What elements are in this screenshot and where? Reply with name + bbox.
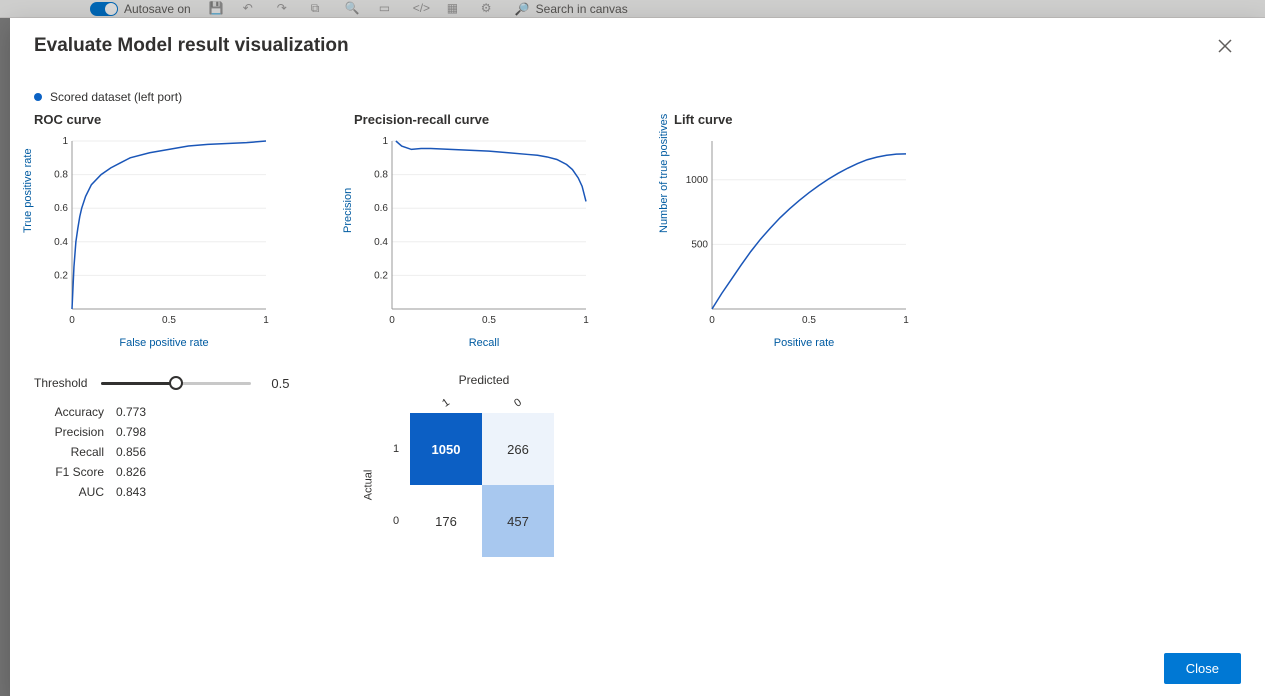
- pr-ylabel: Precision: [342, 188, 354, 233]
- lift-ylabel: Number of true positives: [658, 114, 670, 233]
- f1-label: F1 Score: [34, 465, 104, 479]
- accuracy-label: Accuracy: [34, 405, 104, 419]
- svg-text:1000: 1000: [686, 175, 709, 186]
- svg-text:0.5: 0.5: [162, 315, 176, 326]
- threshold-slider-row: Threshold 0.5: [34, 373, 294, 393]
- svg-text:1: 1: [62, 136, 68, 147]
- cell-tp: 1050: [410, 413, 482, 485]
- roc-chart-block: ROC curve True positive rate 0.20.40.60.…: [34, 112, 294, 349]
- pr-chart-block: Precision-recall curve Precision 0.20.40…: [354, 112, 614, 349]
- roc-xlabel: False positive rate: [34, 337, 294, 349]
- lift-chart-block: Lift curve Number of true positives 5001…: [674, 112, 934, 349]
- threshold-block: Threshold 0.5 Accuracy 0.773 Precision 0…: [34, 373, 294, 505]
- predicted-label: Predicted: [354, 373, 614, 387]
- svg-text:0.5: 0.5: [482, 315, 496, 326]
- lift-chart: Number of true positives 500100000.51: [674, 133, 914, 333]
- svg-text:0.6: 0.6: [54, 203, 68, 214]
- svg-text:0.2: 0.2: [54, 270, 68, 281]
- svg-text:0.2: 0.2: [374, 270, 388, 281]
- roc-title: ROC curve: [34, 112, 294, 127]
- svg-text:0: 0: [69, 315, 75, 326]
- lift-xlabel: Positive rate: [674, 337, 934, 349]
- slider-thumb-icon[interactable]: [169, 376, 183, 390]
- charts-row: ROC curve True positive rate 0.20.40.60.…: [34, 112, 1241, 349]
- svg-text:0.8: 0.8: [374, 170, 388, 181]
- legend-label: Scored dataset (left port): [50, 90, 182, 104]
- pr-xlabel: Recall: [354, 337, 614, 349]
- svg-text:1: 1: [583, 315, 589, 326]
- roc-ylabel: True positive rate: [22, 148, 34, 233]
- threshold-label: Threshold: [34, 376, 87, 390]
- close-icon: [1218, 39, 1232, 53]
- roc-chart: True positive rate 0.20.40.60.8100.51: [34, 133, 274, 333]
- cell-tn: 457: [482, 485, 554, 557]
- svg-text:0: 0: [709, 315, 715, 326]
- col-head-0: 0: [512, 396, 524, 409]
- pr-chart: Precision 0.20.40.60.8100.51: [354, 133, 594, 333]
- svg-text:0.4: 0.4: [374, 237, 388, 248]
- svg-text:0.4: 0.4: [54, 237, 68, 248]
- row-head-0: 0: [393, 515, 399, 527]
- recall-label: Recall: [34, 445, 104, 459]
- col-head-1: 1: [440, 396, 452, 409]
- threshold-value: 0.5: [271, 376, 289, 391]
- confusion-matrix: Predicted 1 0 Actual 1 1050 266 0 176 45…: [354, 373, 614, 557]
- metric-accuracy: Accuracy 0.773: [34, 405, 294, 419]
- threshold-slider[interactable]: [101, 373, 251, 393]
- svg-text:1: 1: [263, 315, 269, 326]
- close-button[interactable]: Close: [1164, 653, 1241, 684]
- slider-track-fill: [101, 382, 176, 385]
- precision-label: Precision: [34, 425, 104, 439]
- svg-text:0.5: 0.5: [802, 315, 816, 326]
- metric-auc: AUC 0.843: [34, 485, 294, 499]
- svg-text:0.8: 0.8: [54, 170, 68, 181]
- auc-value: 0.843: [116, 485, 146, 499]
- auc-label: AUC: [34, 485, 104, 499]
- modal-body: Scored dataset (left port) ROC curve Tru…: [10, 68, 1265, 641]
- recall-value: 0.856: [116, 445, 146, 459]
- cell-fp: 176: [410, 485, 482, 557]
- cell-fn: 266: [482, 413, 554, 485]
- svg-text:500: 500: [691, 239, 708, 250]
- svg-text:0.6: 0.6: [374, 203, 388, 214]
- svg-text:0: 0: [389, 315, 395, 326]
- close-icon-button[interactable]: [1209, 30, 1241, 62]
- pr-title: Precision-recall curve: [354, 112, 614, 127]
- evaluate-model-dialog: Evaluate Model result visualization Scor…: [10, 18, 1265, 696]
- row-head-1: 1: [393, 443, 399, 455]
- lift-title: Lift curve: [674, 112, 934, 127]
- modal-header: Evaluate Model result visualization: [10, 18, 1265, 68]
- metrics-row: Threshold 0.5 Accuracy 0.773 Precision 0…: [34, 373, 1241, 557]
- accuracy-value: 0.773: [116, 405, 146, 419]
- precision-value: 0.798: [116, 425, 146, 439]
- f1-value: 0.826: [116, 465, 146, 479]
- metric-precision: Precision 0.798: [34, 425, 294, 439]
- metric-recall: Recall 0.856: [34, 445, 294, 459]
- svg-text:1: 1: [903, 315, 909, 326]
- series-legend: Scored dataset (left port): [34, 90, 1241, 104]
- modal-footer: Close: [10, 641, 1265, 696]
- metric-f1: F1 Score 0.826: [34, 465, 294, 479]
- modal-title: Evaluate Model result visualization: [34, 35, 349, 57]
- svg-text:1: 1: [382, 136, 388, 147]
- legend-dot-icon: [34, 93, 42, 101]
- actual-label: Actual: [362, 470, 374, 501]
